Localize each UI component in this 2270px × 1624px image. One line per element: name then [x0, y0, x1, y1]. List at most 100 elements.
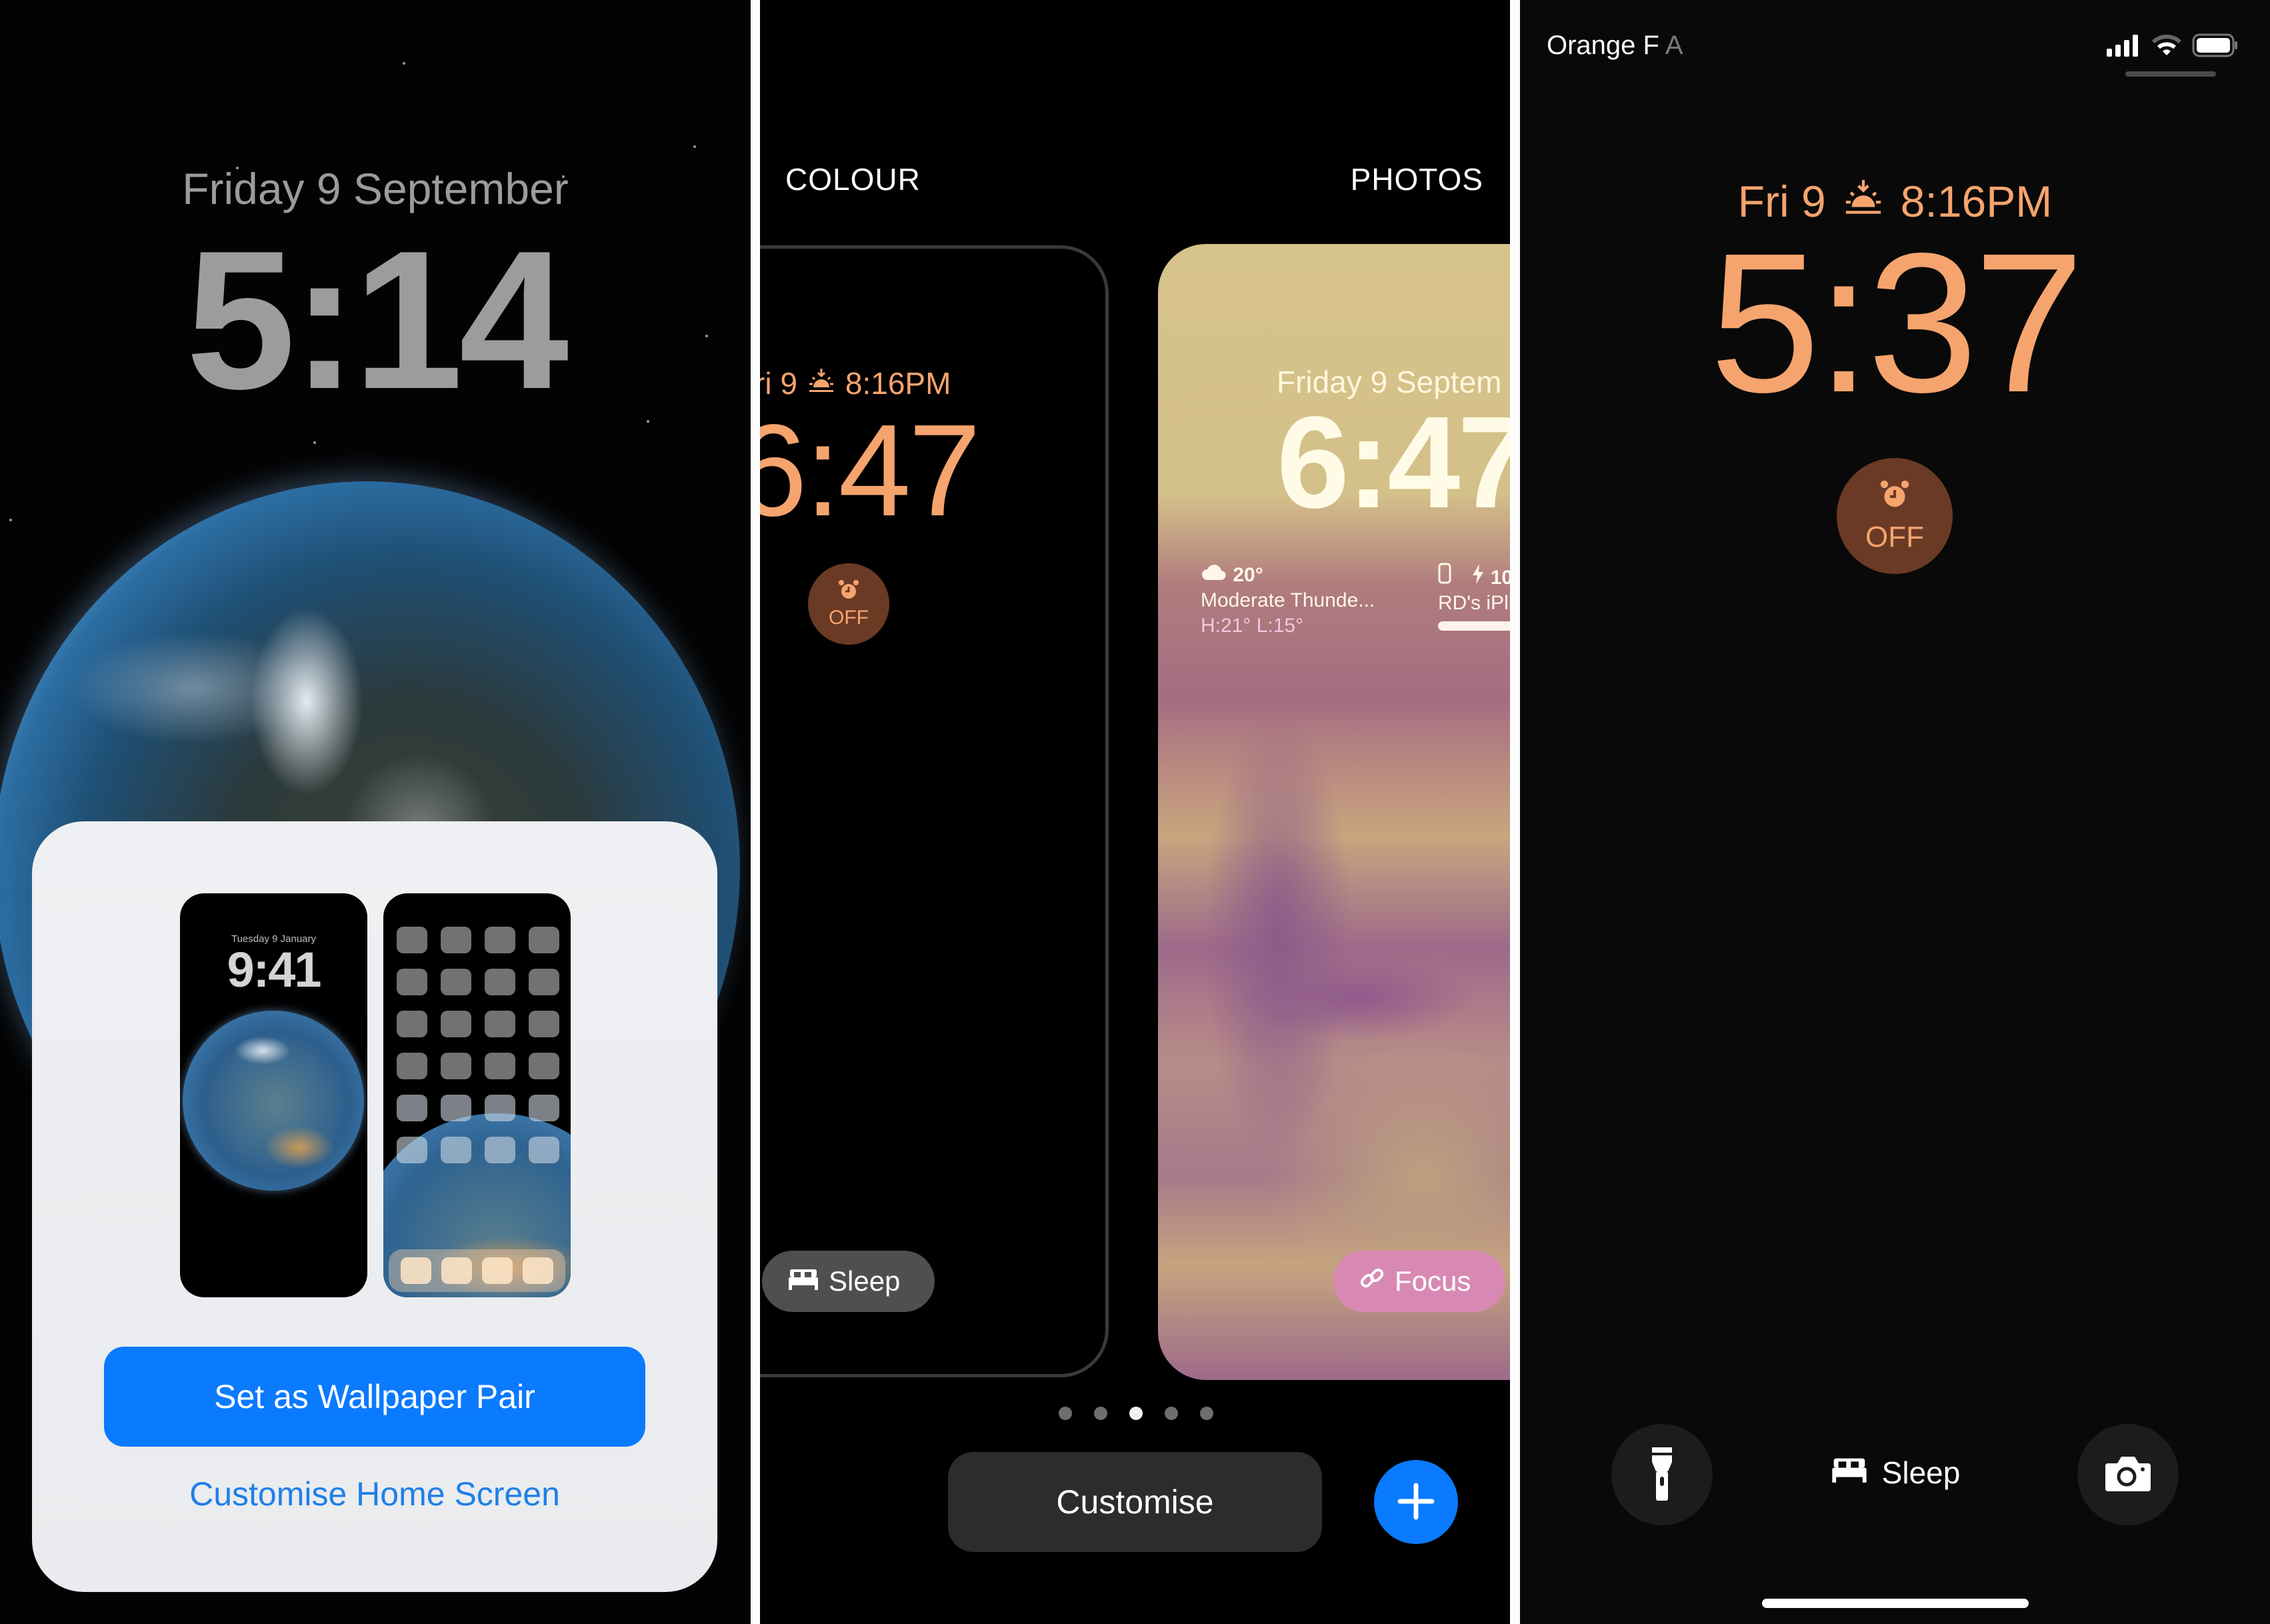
panel-divider: [751, 0, 760, 1624]
preview-clock: 9:41: [227, 942, 321, 997]
sleep-focus-pill[interactable]: Sleep: [762, 1251, 935, 1312]
app-icon-placeholder: [397, 927, 427, 953]
star: [647, 420, 649, 423]
app-icon-placeholder: [485, 1011, 515, 1037]
battery-icon: [2192, 33, 2239, 61]
app-icon-placeholder: [485, 969, 515, 995]
lock-clock: 5:37: [1709, 212, 2085, 434]
category-label-colour: COLOUR: [785, 162, 921, 197]
app-icon-placeholder: [441, 969, 471, 995]
page-dot[interactable]: [1165, 1407, 1178, 1420]
weather-widget: 20° Moderate Thunde... H:21° L:15°: [1201, 563, 1375, 639]
focus-link-pill[interactable]: Focus: [1333, 1251, 1505, 1312]
link-icon: [1359, 1265, 1385, 1298]
app-icon-grid: [397, 927, 559, 1163]
customise-button[interactable]: Customise: [948, 1452, 1322, 1552]
wallpaper-gallery-panel: COLOUR PHOTOS ri 9 8:16PM 6:47 OFF Sleep…: [760, 0, 1510, 1624]
alarm-clock-icon: [837, 579, 860, 607]
sleep-label: Sleep: [829, 1265, 901, 1297]
card-clock: 6:47: [1277, 389, 1510, 535]
dock-icon-placeholder: [400, 1257, 431, 1284]
dock-icon-placeholder: [441, 1257, 472, 1284]
app-icon-placeholder: [397, 1137, 427, 1163]
customise-home-screen-link[interactable]: Customise Home Screen: [32, 1475, 717, 1513]
app-icon-placeholder: [397, 1053, 427, 1079]
camera-button[interactable]: [2077, 1424, 2179, 1525]
bed-icon: [1830, 1455, 1869, 1491]
app-icon-placeholder: [397, 1095, 427, 1121]
phone-icon: [1438, 563, 1457, 589]
alarm-status: OFF: [829, 607, 869, 629]
lock-clock: 5:14: [185, 209, 569, 430]
dock-icon-placeholder: [523, 1257, 554, 1284]
plus-icon: [1396, 1481, 1436, 1523]
app-icon-placeholder: [485, 1137, 515, 1163]
app-icon-placeholder: [441, 1137, 471, 1163]
page-dot-active[interactable]: [1129, 1407, 1143, 1420]
wifi-icon: [2151, 34, 2182, 60]
weather-high-low: H:21° L:15°: [1201, 615, 1304, 637]
star: [693, 145, 696, 148]
app-icon-placeholder: [397, 969, 427, 995]
star: [313, 441, 316, 444]
cloud-icon: [1201, 564, 1233, 586]
app-icon-placeholder: [485, 1095, 515, 1121]
sleep-lock-screen-panel: Orange F A Fri 9 8:16PM 5:37 OFF Sleep: [1520, 0, 2270, 1624]
lock-screen-preview[interactable]: Tuesday 9 January 9:41: [180, 893, 367, 1297]
page-dot[interactable]: [1200, 1407, 1213, 1420]
app-icon-placeholder: [529, 1095, 559, 1121]
app-icon-placeholder: [529, 1137, 559, 1163]
app-icon-placeholder: [529, 1011, 559, 1037]
app-icon-placeholder: [529, 969, 559, 995]
lock-date: Friday 9 September: [182, 164, 569, 213]
app-icon-placeholder: [529, 927, 559, 953]
panel-divider: [1510, 0, 1520, 1624]
app-icon-placeholder: [485, 927, 515, 953]
battery-percent: 10: [1490, 567, 1510, 589]
bolt-icon: [1471, 564, 1490, 589]
battery-widget: 10 RD's iPl: [1438, 563, 1510, 616]
card-date: ri 9: [760, 366, 797, 401]
app-icon-placeholder: [441, 1053, 471, 1079]
page-dot[interactable]: [1059, 1407, 1072, 1420]
category-label-photos: PHOTOS: [1350, 162, 1483, 197]
home-indicator[interactable]: [1762, 1599, 2029, 1608]
sleep-label: Sleep: [1881, 1455, 1961, 1490]
status-icons: [2107, 33, 2239, 61]
control-center-grabber[interactable]: [2125, 71, 2216, 77]
alarm-widget: OFF: [808, 563, 889, 645]
app-icon-placeholder: [441, 1011, 471, 1037]
battery-device-name: RD's iPl: [1438, 592, 1509, 614]
bed-icon: [787, 1265, 819, 1297]
page-indicator[interactable]: [1059, 1407, 1213, 1420]
alarm-widget[interactable]: OFF: [1837, 458, 1953, 574]
star: [403, 62, 405, 65]
app-icon-placeholder: [529, 1053, 559, 1079]
carrier-label: Orange F: [1547, 31, 1659, 60]
carrier-name: Orange F A: [1547, 31, 1683, 61]
alarm-status: OFF: [1865, 520, 1924, 553]
star: [9, 519, 12, 521]
page-dot[interactable]: [1094, 1407, 1107, 1420]
cellular-signal-icon: [2107, 34, 2141, 60]
carrier-label-faded: A: [1665, 31, 1683, 60]
set-wallpaper-pair-button[interactable]: Set as Wallpaper Pair: [104, 1347, 645, 1447]
add-wallpaper-button[interactable]: [1374, 1460, 1458, 1544]
app-icon-placeholder: [397, 1011, 427, 1037]
app-icon-placeholder: [441, 927, 471, 953]
weather-condition: Moderate Thunde...: [1201, 589, 1375, 611]
alarm-clock-icon: [1879, 479, 1911, 518]
card-date-row: ri 9 8:16PM: [760, 365, 951, 401]
focus-label: Focus: [1395, 1265, 1471, 1297]
app-icon-placeholder: [441, 1095, 471, 1121]
weather-temp: 20°: [1233, 564, 1263, 586]
app-icon-placeholder: [485, 1053, 515, 1079]
dock-icon-placeholder: [482, 1257, 513, 1284]
preview-earth: [183, 1011, 364, 1191]
home-screen-preview[interactable]: [383, 893, 571, 1297]
camera-icon: [2104, 1455, 2152, 1495]
wallpaper-pair-sheet: Tuesday 9 January 9:41 Set as Wallpaper …: [32, 821, 717, 1592]
sunset-time: 8:16PM: [845, 366, 951, 401]
dock: [389, 1249, 565, 1292]
wallpaper-card-photos[interactable]: Friday 9 Septem 6:47 20° Moderate Thunde…: [1158, 244, 1510, 1380]
